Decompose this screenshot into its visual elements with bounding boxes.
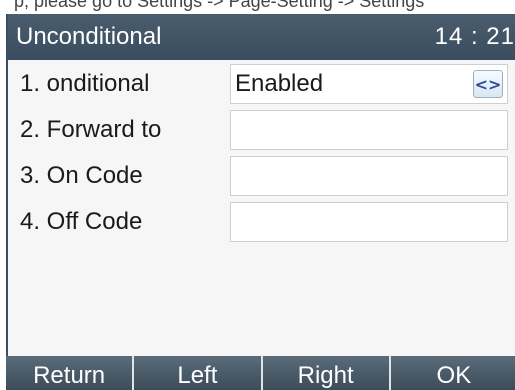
left-right-arrows-icon[interactable]: <> (473, 70, 503, 98)
off-code-input[interactable] (230, 202, 508, 242)
right-softkey[interactable]: Right (262, 356, 391, 390)
row-forward-to[interactable]: 2. Forward to (8, 110, 515, 153)
row-label: 1. onditional (20, 70, 150, 97)
select-value: Enabled (235, 70, 324, 97)
cropped-header-label: p, please go to Settings -> Page-Setting… (14, 0, 425, 11)
ok-softkey[interactable]: OK (390, 356, 515, 390)
cropped-header-text: p, please go to Settings -> Page-Setting… (0, 0, 515, 12)
title-bar: Unconditional 14 : 21 (8, 14, 515, 60)
left-softkey[interactable]: Left (134, 356, 263, 390)
return-softkey[interactable]: Return (6, 356, 135, 390)
phone-screen: Unconditional 14 : 21 1. onditional Enab… (6, 14, 515, 390)
on-code-input[interactable] (230, 156, 508, 196)
row-on-code[interactable]: 3. On Code (8, 156, 515, 199)
page-title: Unconditional (16, 23, 162, 50)
row-label: 2. Forward to (20, 116, 162, 143)
row-label: 3. On Code (20, 162, 143, 189)
unconditional-select[interactable]: Enabled <> (230, 64, 508, 104)
softkey-bar: Return Left Right OK (6, 356, 515, 390)
clock: 14 : 21 (434, 23, 515, 50)
row-unconditional[interactable]: 1. onditional Enabled <> (8, 64, 515, 107)
row-label: 4. Off Code (20, 208, 143, 235)
forward-to-input[interactable] (230, 110, 508, 150)
settings-list: 1. onditional Enabled <> 2. Forward to 3… (8, 60, 515, 356)
row-off-code[interactable]: 4. Off Code (8, 202, 515, 245)
